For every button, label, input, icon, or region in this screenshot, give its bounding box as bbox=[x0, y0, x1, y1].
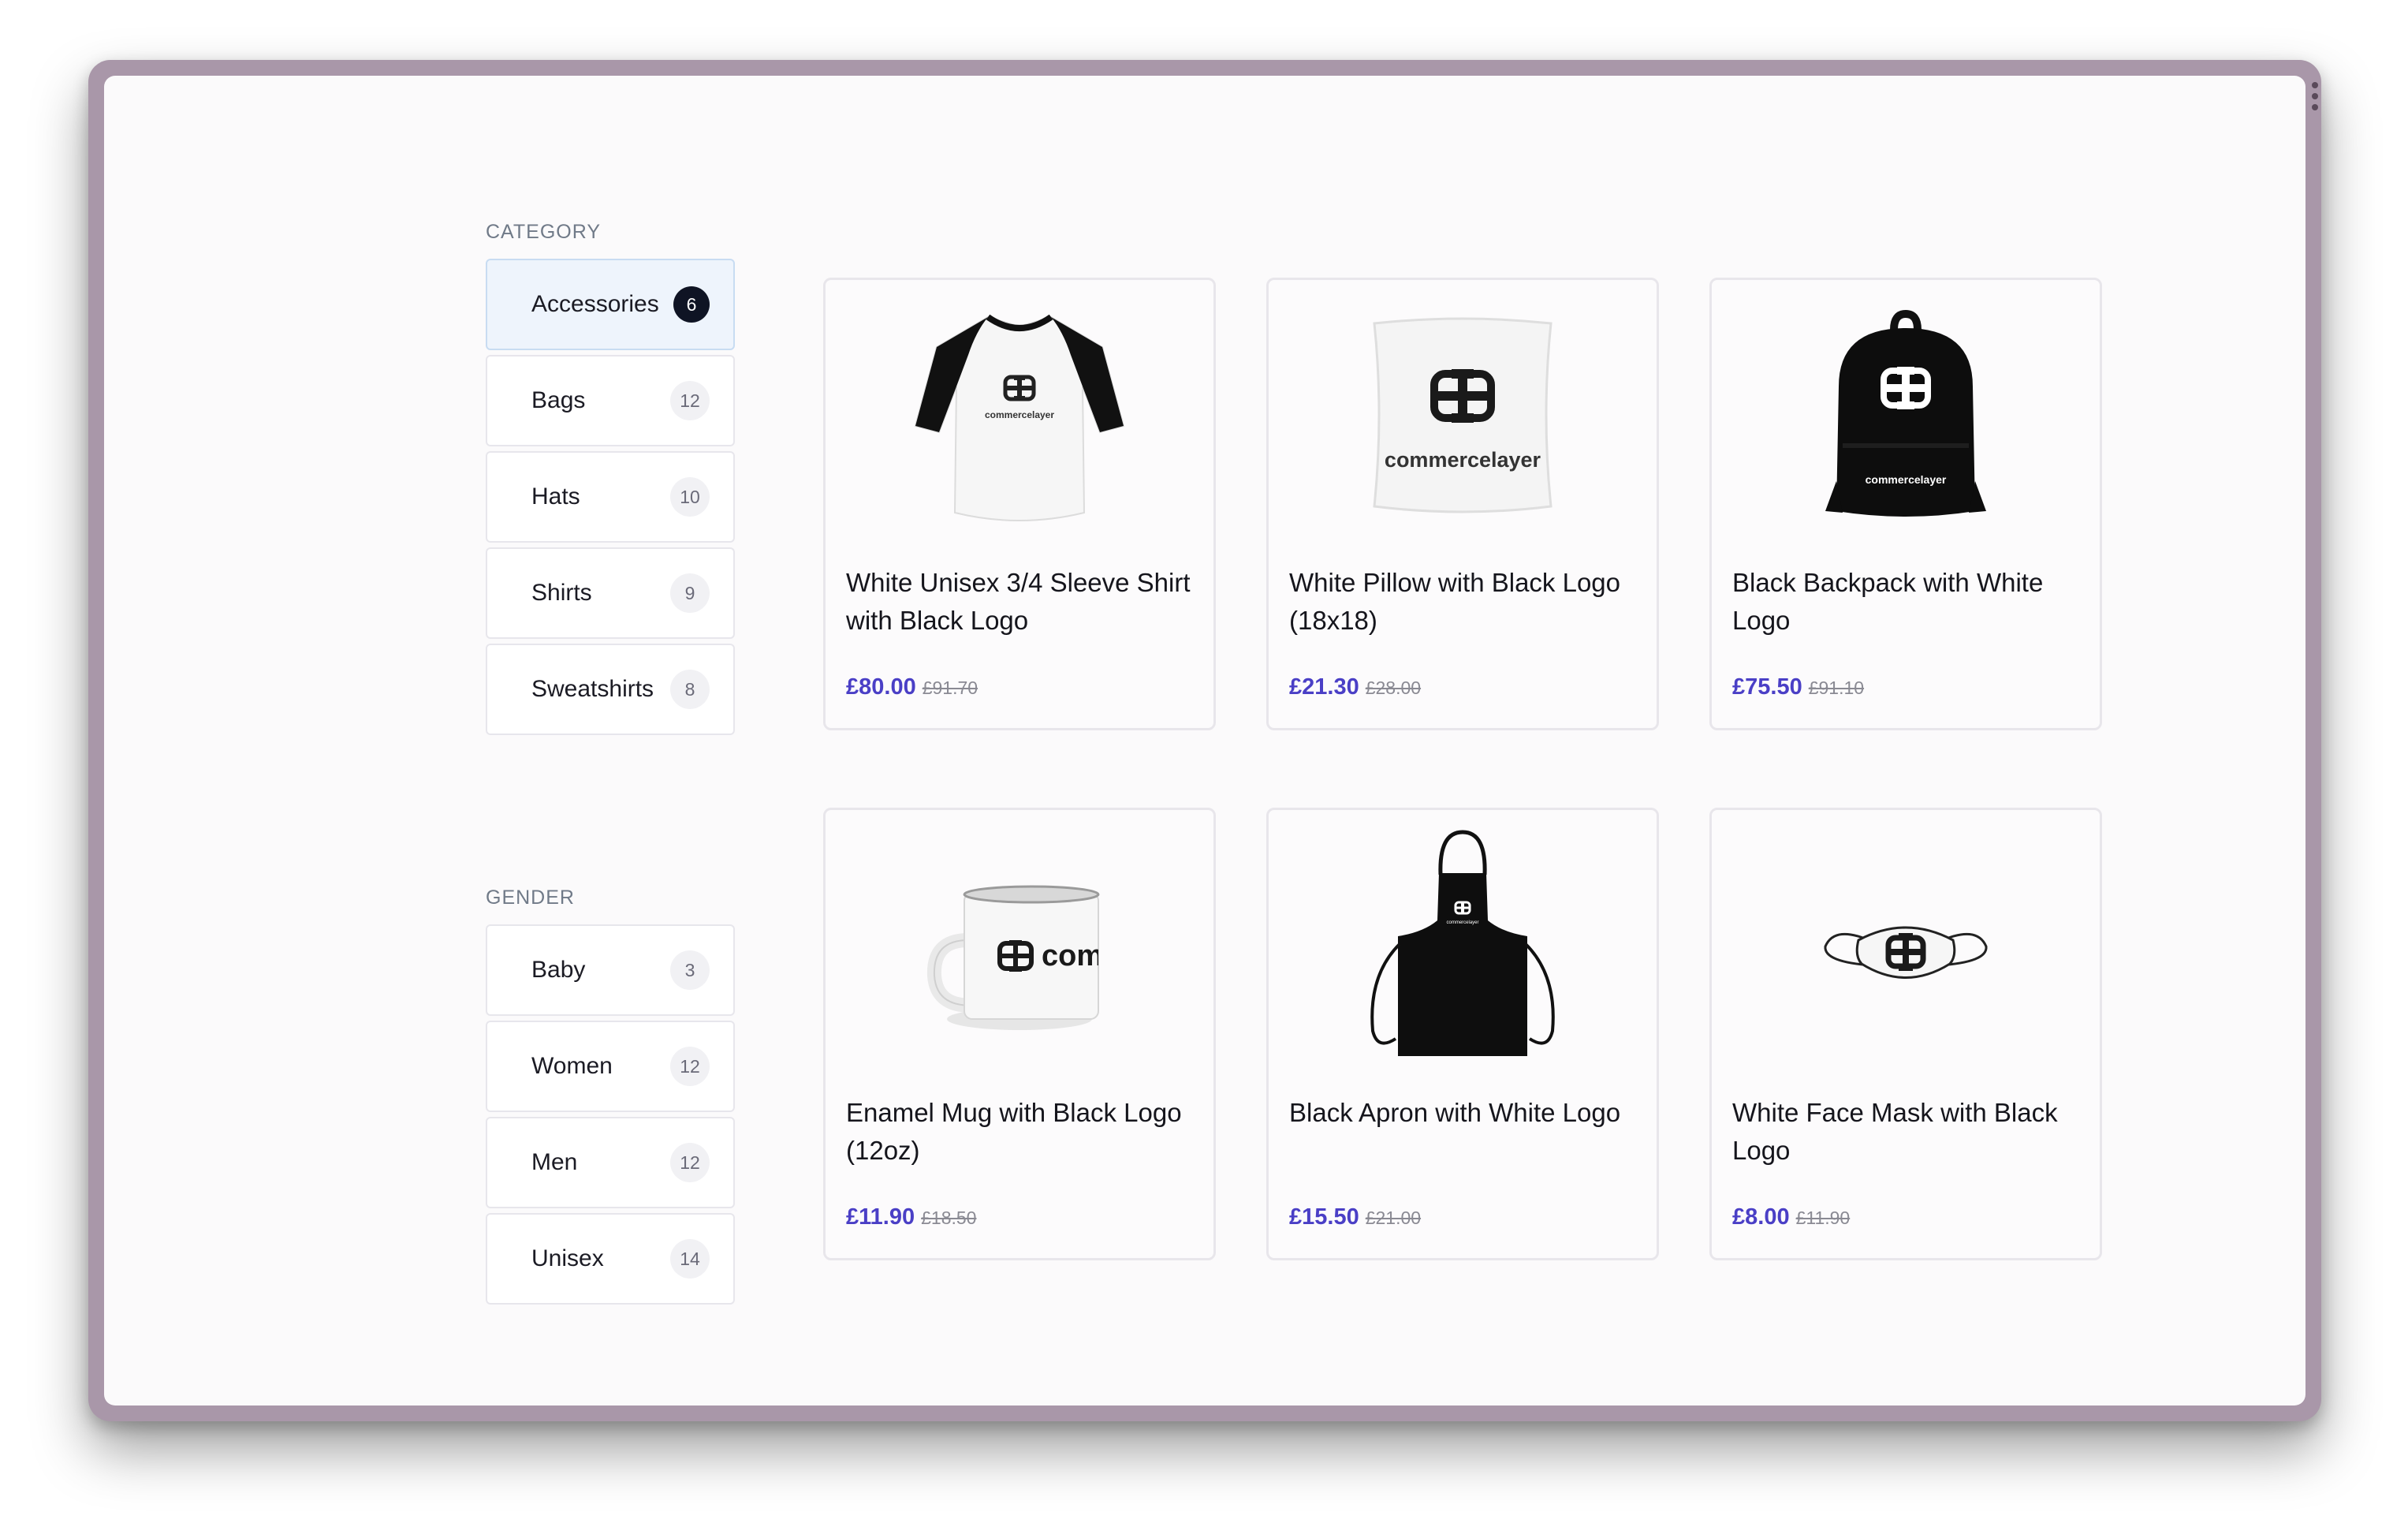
product-card[interactable]: White Face Mask with Black Logo £8.00 £11… bbox=[1709, 808, 2102, 1260]
filter-label: Bags bbox=[531, 387, 586, 413]
gender-heading: GENDER bbox=[486, 887, 575, 909]
filter-count-badge: 12 bbox=[670, 1143, 710, 1182]
product-title[interactable]: White Face Mask with Black Logo bbox=[1732, 1094, 2087, 1170]
product-prices: £80.00 £91.70 bbox=[846, 674, 978, 700]
raglan-shirt-image: commercelayer bbox=[914, 314, 1125, 521]
apron-image: commercelayer bbox=[1370, 830, 1555, 1056]
filter-label: Shirts bbox=[531, 580, 592, 606]
app-window: CATEGORY Accessories 6 Bags 12 Hats 10 S… bbox=[88, 60, 2321, 1421]
product-image: commercelayer bbox=[826, 296, 1213, 532]
filter-count-badge: 3 bbox=[670, 950, 710, 990]
filter-count-badge: 6 bbox=[673, 286, 710, 323]
product-prices: £15.50 £21.00 bbox=[1289, 1204, 1421, 1230]
filter-men[interactable]: Men 12 bbox=[486, 1117, 735, 1208]
filter-label: Men bbox=[531, 1149, 578, 1175]
product-card[interactable]: commercelayer White Pillow with Black Lo… bbox=[1266, 278, 1659, 730]
product-card[interactable]: commercelayer White Unisex 3/4 Sleeve Sh… bbox=[823, 278, 1216, 730]
product-image: commercelayer bbox=[1269, 296, 1657, 532]
original-price: £21.00 bbox=[1365, 1208, 1422, 1228]
product-prices: £21.30 £28.00 bbox=[1289, 674, 1421, 700]
filter-label: Baby bbox=[531, 957, 586, 983]
filter-label: Accessories bbox=[531, 291, 659, 317]
price: £80.00 bbox=[846, 674, 916, 700]
pillow-image: commercelayer bbox=[1373, 317, 1553, 513]
filter-count-badge: 9 bbox=[670, 573, 710, 613]
gender-filter-list: Baby 3 Women 12 Men 12 Unisex 14 bbox=[486, 924, 735, 1309]
filter-shirts[interactable]: Shirts 9 bbox=[486, 547, 735, 639]
filter-label: Women bbox=[531, 1053, 613, 1079]
original-price: £18.50 bbox=[921, 1208, 977, 1228]
filter-women[interactable]: Women 12 bbox=[486, 1021, 735, 1112]
price: £15.50 bbox=[1289, 1204, 1359, 1230]
shop-screen: CATEGORY Accessories 6 Bags 12 Hats 10 S… bbox=[104, 76, 2305, 1405]
filter-label: Hats bbox=[531, 483, 580, 510]
logo-text: comm bbox=[1042, 939, 1130, 972]
filter-baby[interactable]: Baby 3 bbox=[486, 924, 735, 1016]
product-image: commercelayer bbox=[1269, 826, 1657, 1062]
price: £8.00 bbox=[1732, 1204, 1790, 1230]
filter-label: Unisex bbox=[531, 1245, 604, 1271]
filter-bags[interactable]: Bags 12 bbox=[486, 355, 735, 446]
filter-accessories[interactable]: Accessories 6 bbox=[486, 259, 735, 350]
price: £11.90 bbox=[846, 1204, 915, 1230]
mug-image: comm bbox=[926, 885, 1130, 1030]
product-card[interactable]: commercelayer Black Backpack with White … bbox=[1709, 278, 2102, 730]
product-card[interactable]: comm Enamel Mug with Black Logo (12oz) £… bbox=[823, 808, 1216, 1260]
logo-text: commercelayer bbox=[985, 409, 1054, 420]
filter-count-badge: 12 bbox=[670, 1047, 710, 1086]
product-title[interactable]: White Pillow with Black Logo (18x18) bbox=[1289, 564, 1644, 640]
product-title[interactable]: Black Backpack with White Logo bbox=[1732, 564, 2087, 640]
filter-count-badge: 10 bbox=[670, 477, 710, 517]
filter-count-badge: 12 bbox=[670, 381, 710, 420]
window-handle[interactable] bbox=[2312, 82, 2318, 110]
filter-hats[interactable]: Hats 10 bbox=[486, 451, 735, 543]
logo-text: commercelayer bbox=[1446, 920, 1478, 925]
logo-text: commercelayer bbox=[1866, 473, 1947, 486]
product-image bbox=[1712, 826, 2100, 1062]
product-title[interactable]: Enamel Mug with Black Logo (12oz) bbox=[846, 1094, 1201, 1170]
product-image: commercelayer bbox=[1712, 296, 2100, 532]
filter-label: Sweatshirts bbox=[531, 676, 654, 702]
original-price: £28.00 bbox=[1365, 678, 1422, 698]
original-price: £11.90 bbox=[1795, 1208, 1851, 1228]
category-filter-list: Accessories 6 Bags 12 Hats 10 Shirts 9 S… bbox=[486, 259, 735, 740]
original-price: £91.70 bbox=[922, 678, 978, 698]
product-prices: £8.00 £11.90 bbox=[1732, 1204, 1850, 1230]
filter-unisex[interactable]: Unisex 14 bbox=[486, 1213, 735, 1305]
face-mask-image bbox=[1824, 926, 1988, 979]
price: £75.50 bbox=[1732, 674, 1802, 700]
product-card[interactable]: commercelayer Black Apron with White Log… bbox=[1266, 808, 1659, 1260]
price: £21.30 bbox=[1289, 674, 1359, 700]
logo-text: commercelayer bbox=[1385, 448, 1541, 472]
backpack-image: commercelayer bbox=[1825, 309, 1986, 517]
category-heading: CATEGORY bbox=[486, 221, 601, 243]
original-price: £91.10 bbox=[1808, 678, 1865, 698]
product-prices: £11.90 £18.50 bbox=[846, 1204, 976, 1230]
filter-sweatshirts[interactable]: Sweatshirts 8 bbox=[486, 644, 735, 735]
filter-count-badge: 8 bbox=[670, 670, 710, 709]
product-image: comm bbox=[826, 826, 1213, 1062]
product-title[interactable]: Black Apron with White Logo bbox=[1289, 1094, 1644, 1132]
product-prices: £75.50 £91.10 bbox=[1732, 674, 1864, 700]
filter-count-badge: 14 bbox=[670, 1239, 710, 1279]
product-title[interactable]: White Unisex 3/4 Sleeve Shirt with Black… bbox=[846, 564, 1201, 640]
